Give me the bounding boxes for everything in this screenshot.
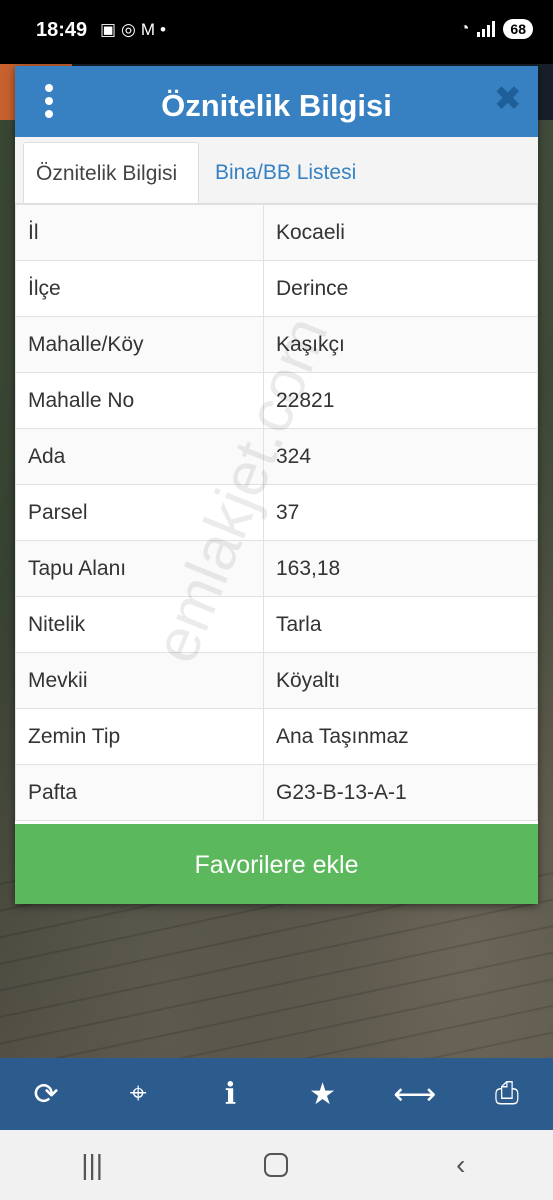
info-icon[interactable]: i xyxy=(200,1077,260,1112)
status-time: 18:49 xyxy=(36,19,88,41)
wifi-icon: ◔ xyxy=(459,20,470,37)
signal-icon xyxy=(477,21,496,37)
attribute-value: 163,18 xyxy=(263,540,538,597)
refresh-icon[interactable]: ⟳ xyxy=(16,1077,76,1112)
tab-attribute-info[interactable]: Öznitelik Bilgisi xyxy=(23,142,199,203)
attribute-value: Tarla xyxy=(263,596,538,653)
attribute-value: 37 xyxy=(263,484,538,541)
status-bar: 18:49 ▣◎M• ◔ 68 xyxy=(0,0,553,64)
attribute-row: Tapu Alanı 163,18 xyxy=(15,540,538,597)
battery-indicator: 68 xyxy=(503,19,533,39)
dialog-header: Öznitelik Bilgisi ✖ xyxy=(15,66,538,137)
print-icon[interactable]: ⎙ xyxy=(477,1077,537,1111)
attribute-key: Mevkii xyxy=(15,652,264,709)
locate-icon[interactable]: ⌖ xyxy=(108,1077,168,1111)
attribute-key: İl xyxy=(15,204,264,261)
attribute-table: İl Kocaeli İlçe Derince Mahalle/Köy Kaşıkçı Ma… xyxy=(15,204,538,821)
dialog-title: Öznitelik Bilgisi xyxy=(161,88,392,123)
attribute-key: Mahalle No xyxy=(15,372,264,429)
star-icon[interactable]: ★ xyxy=(293,1077,353,1112)
status-right: ◔ 68 xyxy=(460,19,533,39)
attribute-key: İlçe xyxy=(15,260,264,317)
tab-building-list[interactable]: Bina/BB Listesi xyxy=(203,142,368,203)
attribute-key: Pafta xyxy=(15,764,264,821)
attribute-value: Kocaeli xyxy=(263,204,538,261)
recent-apps-icon[interactable]: ||| xyxy=(62,1149,122,1181)
android-navigation-bar: ||| ‹ xyxy=(0,1130,553,1200)
attribute-value: Köyaltı xyxy=(263,652,538,709)
attribute-dialog: Öznitelik Bilgisi ✖ Öznitelik Bilgisi Bi… xyxy=(15,66,538,904)
attribute-row: Nitelik Tarla xyxy=(15,596,538,653)
attribute-row: Pafta G23-B-13-A-1 xyxy=(15,764,538,821)
attribute-row: Zemin Tip Ana Taşınmaz xyxy=(15,708,538,765)
attribute-value: Ana Taşınmaz xyxy=(263,708,538,765)
measure-icon[interactable]: ⟷ xyxy=(385,1077,445,1112)
back-icon[interactable]: ‹ xyxy=(431,1149,491,1181)
close-icon[interactable]: ✖ xyxy=(494,82,523,116)
attribute-value: Derince xyxy=(263,260,538,317)
attribute-row: İl Kocaeli xyxy=(15,204,538,261)
add-favorite-button[interactable]: Favorilere ekle xyxy=(15,824,538,904)
dialog-tabs: Öznitelik Bilgisi Bina/BB Listesi xyxy=(15,137,538,204)
attribute-key: Zemin Tip xyxy=(15,708,264,765)
attribute-key: Mahalle/Köy xyxy=(15,316,264,373)
attribute-value: G23-B-13-A-1 xyxy=(263,764,538,821)
attribute-row: Mevkii Köyaltı xyxy=(15,652,538,709)
attribute-value: 324 xyxy=(263,428,538,485)
home-icon[interactable] xyxy=(246,1153,306,1177)
notification-icons: ▣◎M• xyxy=(100,20,172,39)
bottom-toolbar: ⟳ ⌖ i ★ ⟷ ⎙ xyxy=(0,1058,553,1130)
